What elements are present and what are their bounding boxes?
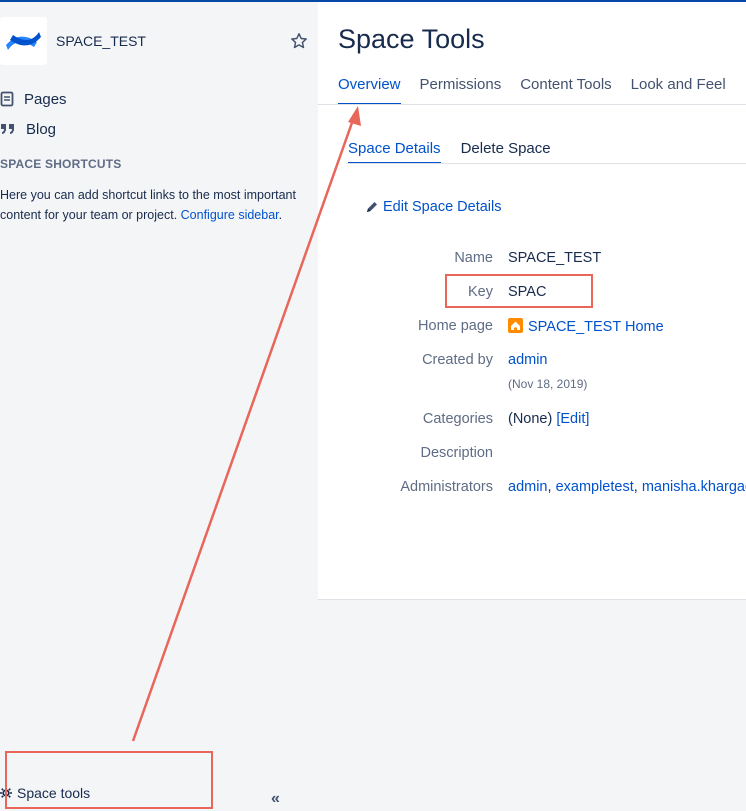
quote-icon — [1, 124, 14, 134]
sidebar-item-label: Pages — [24, 90, 67, 108]
subtabs-divider — [346, 163, 746, 164]
confluence-logo-icon — [6, 32, 41, 50]
created-by-link[interactable]: admin — [508, 352, 548, 368]
subtab-space-details[interactable]: Space Details — [348, 140, 441, 164]
sidebar-item-label: Blog — [26, 120, 57, 138]
sidebar-item-blog[interactable]: Blog — [0, 118, 56, 140]
administrators-label: Administrators — [400, 479, 493, 495]
tab-look-and-feel[interactable]: Look and Feel — [631, 76, 726, 105]
categories-value: (None) [Edit] — [508, 411, 589, 427]
sidebar-item-pages[interactable]: Pages — [0, 88, 67, 110]
home-page-link[interactable]: SPACE_TEST Home — [528, 319, 664, 335]
tab-overview[interactable]: Overview — [338, 76, 401, 105]
tab-permissions[interactable]: Permissions — [420, 76, 502, 105]
tab-bar: Overview Permissions Content Tools Look … — [338, 76, 746, 105]
page-title: Space Tools — [338, 24, 485, 54]
configure-suffix: . — [278, 208, 283, 222]
home-page-value: SPACE_TEST Home — [508, 318, 664, 335]
bracket-close: ] — [585, 411, 590, 427]
home-icon — [508, 318, 523, 333]
admin-link[interactable]: admin — [508, 479, 548, 495]
categories-none: (None) — [508, 411, 553, 427]
tabs-divider — [318, 104, 746, 105]
page-icon — [0, 91, 14, 107]
shortcuts-heading: SPACE SHORTCUTS — [0, 157, 122, 171]
categories-label: Categories — [422, 411, 493, 427]
separator: , — [633, 479, 642, 495]
sidebar: SPACE_TEST Pages Blog SPACE SHORTCUTS He… — [0, 2, 324, 811]
name-value: SPACE_TEST — [508, 250, 602, 266]
space-name[interactable]: SPACE_TEST — [56, 33, 146, 49]
star-icon[interactable] — [290, 32, 308, 50]
edit-categories-link[interactable]: Edit — [560, 411, 585, 427]
tab-content-tools[interactable]: Content Tools — [520, 76, 611, 105]
subtab-bar: Space Details Delete Space — [348, 140, 571, 164]
created-by-value: admin — [508, 352, 548, 368]
edit-space-details-link[interactable]: Edit Space Details — [365, 199, 501, 215]
shortcuts-description: Here you can add shortcut links to the m… — [0, 185, 300, 225]
space-tools-highlight-box — [5, 751, 213, 809]
separator: , — [547, 479, 556, 495]
edit-space-details-label: Edit Space Details — [383, 199, 502, 215]
admin-link[interactable]: manisha.khargad — [642, 479, 746, 495]
home-page-label: Home page — [418, 318, 493, 334]
created-by-label: Created by — [422, 352, 493, 368]
administrators-value: admin, exampletest, manisha.khargad — [508, 479, 746, 495]
key-highlight-box — [445, 274, 593, 308]
description-label: Description — [420, 445, 493, 461]
subtab-delete-space[interactable]: Delete Space — [461, 140, 551, 164]
collapse-sidebar-icon[interactable]: « — [271, 790, 280, 808]
admin-link[interactable]: exampletest — [556, 479, 634, 495]
name-label: Name — [454, 250, 493, 266]
space-logo[interactable] — [0, 17, 47, 65]
configure-sidebar-link[interactable]: Configure sidebar — [181, 208, 279, 222]
pencil-icon — [367, 202, 377, 212]
created-date: (Nov 18, 2019) — [508, 377, 588, 391]
